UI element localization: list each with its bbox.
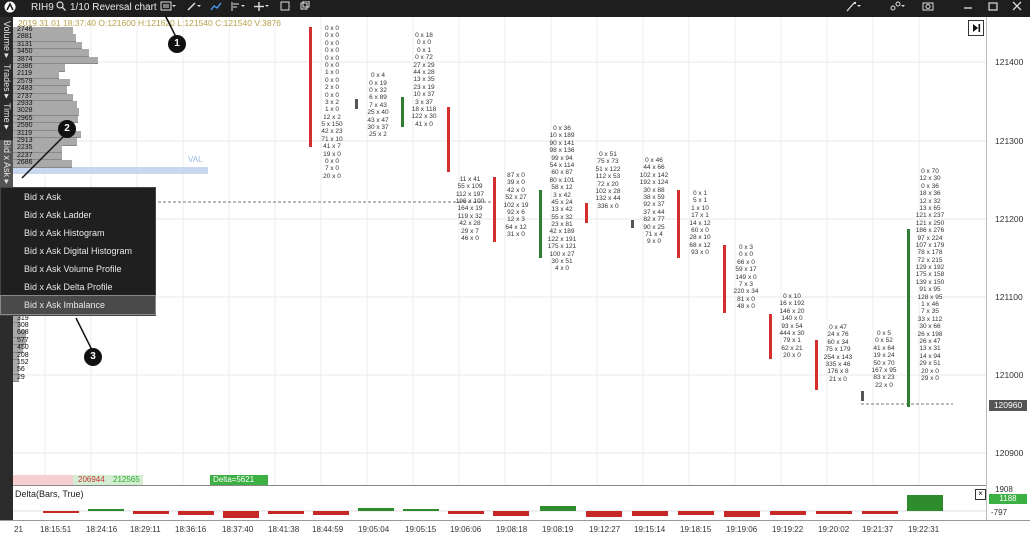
- delta-bar: [493, 511, 529, 516]
- time-label: 19:06:06: [450, 525, 482, 534]
- delta-bar: [586, 511, 622, 517]
- delta-bar: [540, 506, 576, 511]
- time-label: 19:19:22: [772, 525, 804, 534]
- delta-axis-top: 1908: [995, 485, 1013, 494]
- time-label: 19:12:27: [589, 525, 621, 534]
- time-label: 18:24:16: [86, 525, 118, 534]
- delta-axis-bottom: -797: [991, 508, 1008, 517]
- delta-bar: [223, 511, 259, 518]
- delta-axis-current: 1188: [989, 494, 1027, 504]
- time-label: 19:05:15: [405, 525, 437, 534]
- time-label: 18:41:38: [268, 525, 300, 534]
- delta-axis: 1908 1188 -797: [986, 485, 1030, 520]
- callout-lines: [21, 14, 177, 351]
- delta-bar: [448, 511, 484, 514]
- time-label: 18:15:51: [40, 525, 72, 534]
- delta-bar: [313, 511, 349, 515]
- delta-histogram: [13, 495, 986, 518]
- delta-bar: [88, 509, 124, 511]
- delta-bar: [358, 508, 394, 511]
- delta-panel[interactable]: Delta(Bars, True) ×: [13, 485, 986, 521]
- time-label: 19:08:19: [542, 525, 574, 534]
- delta-bar: [632, 511, 668, 516]
- time-label: 19:21:37: [862, 525, 894, 534]
- callout-1: 1: [168, 35, 186, 53]
- time-axis[interactable]: 21 18:15:51 18:24:16 18:29:11 18:36:16 18:37:…: [0, 520, 1030, 538]
- delta-bar: [770, 511, 806, 515]
- callout-2: 2: [58, 120, 76, 138]
- time-label: 18:44:59: [312, 525, 344, 534]
- delta-bar: [43, 511, 79, 513]
- delta-bar: [724, 511, 760, 517]
- time-label: 19:05:04: [358, 525, 390, 534]
- delta-bar: [268, 511, 304, 514]
- time-label: 18:37:40: [222, 525, 254, 534]
- time-label: 19:22:31: [908, 525, 940, 534]
- delta-bar: [907, 495, 943, 511]
- time-label: 19:15:14: [634, 525, 666, 534]
- time-label: 21: [14, 525, 23, 534]
- time-label: 19:18:15: [680, 525, 712, 534]
- callout-3: 3: [84, 348, 102, 366]
- delta-bar: [133, 511, 169, 514]
- time-label: 19:08:18: [496, 525, 528, 534]
- delta-bar: [178, 511, 214, 515]
- time-label: 19:19:06: [726, 525, 758, 534]
- delta-bar: [862, 511, 898, 514]
- time-label: 18:36:16: [175, 525, 207, 534]
- delta-bar: [403, 509, 439, 511]
- delta-bar: [678, 511, 714, 515]
- time-label: 19:20:02: [818, 525, 850, 534]
- time-label: 18:29:11: [130, 525, 161, 534]
- close-panel-icon[interactable]: ×: [975, 489, 986, 500]
- delta-bar: [816, 511, 852, 514]
